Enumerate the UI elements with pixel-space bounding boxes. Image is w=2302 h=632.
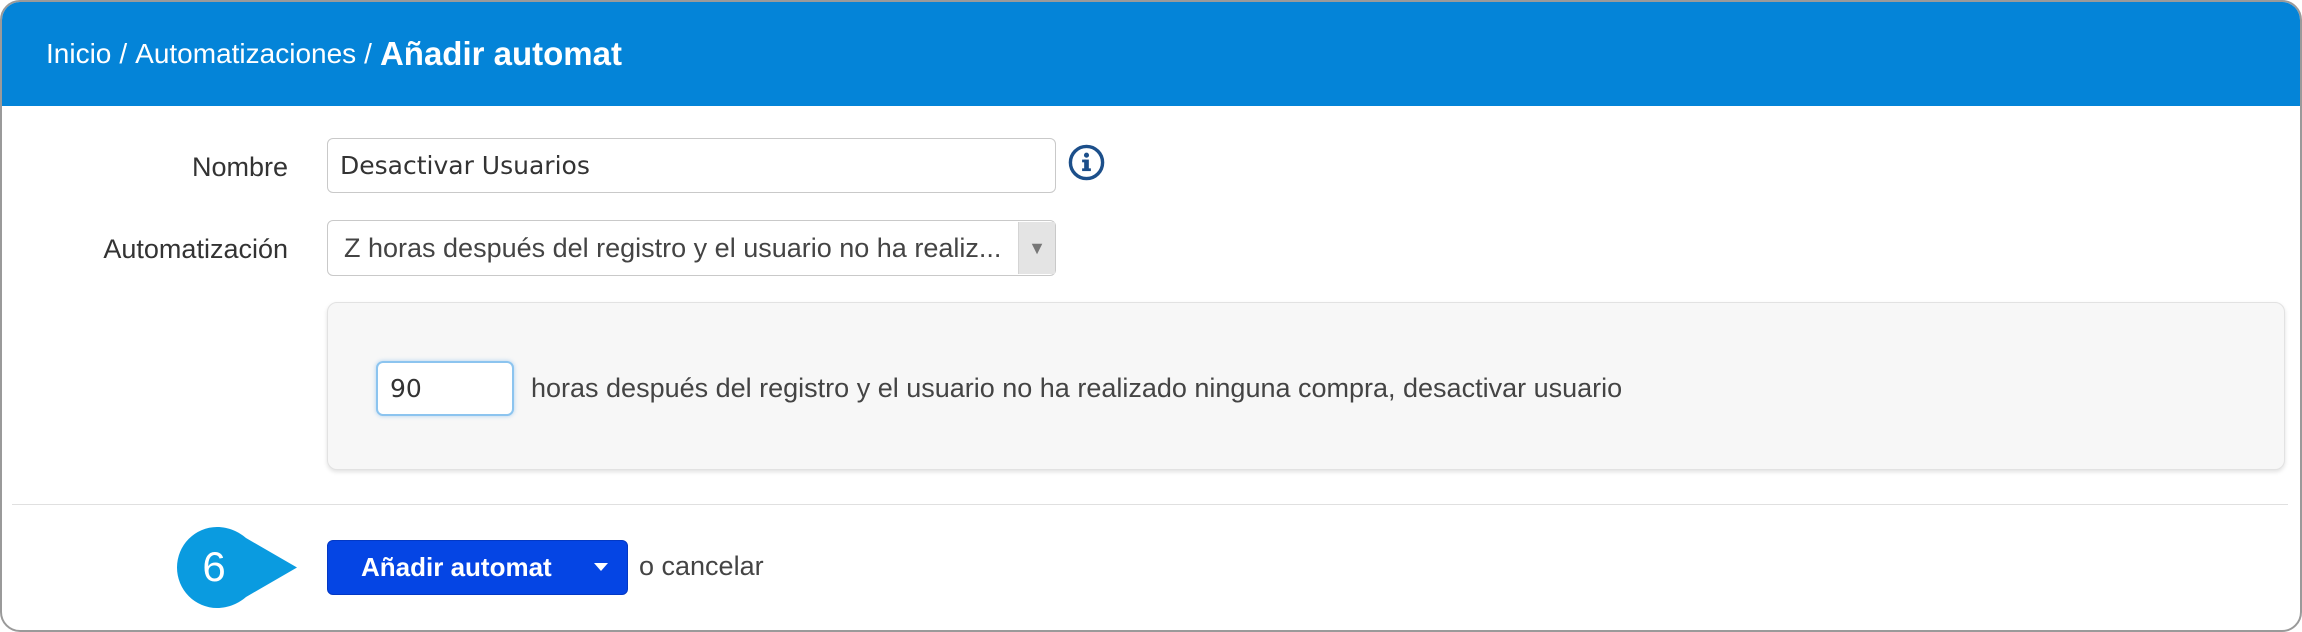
form-divider: [12, 504, 2288, 505]
breadcrumb-separator: /: [119, 38, 128, 69]
hours-input[interactable]: [376, 361, 514, 416]
add-automation-button-label: Añadir automat: [361, 552, 552, 582]
name-label: Nombre: [191, 152, 288, 182]
automation-select[interactable]: Z horas después del registro y el usuari…: [327, 220, 1056, 276]
automation-select-value: Z horas después del registro y el usuari…: [344, 232, 1002, 263]
page-header: Inicio / Automatizaciones / Añadir autom…: [2, 2, 2300, 106]
automation-config-panel: horas después del registro y el usuario …: [327, 302, 2285, 470]
triangle-down-icon[interactable]: ▼: [1018, 222, 1055, 274]
breadcrumb-home[interactable]: Inicio: [46, 38, 111, 70]
step-badge: 6: [177, 527, 297, 608]
hours-description: horas después del registro y el usuario …: [531, 373, 1623, 403]
name-input[interactable]: [327, 138, 1056, 193]
page-title: Añadir automat: [379, 35, 622, 72]
app-window: Inicio / Automatizaciones / Añadir autom…: [0, 0, 2302, 632]
cancel-link[interactable]: o cancelar: [639, 551, 764, 582]
caret-down-icon[interactable]: [586, 563, 616, 572]
breadcrumb-separator: /: [364, 38, 372, 69]
breadcrumb-automations[interactable]: Automatizaciones: [135, 38, 356, 70]
info-icon[interactable]: [1067, 143, 1106, 182]
automation-label: Automatización: [103, 234, 288, 264]
add-automation-button[interactable]: Añadir automat: [327, 540, 628, 595]
step-badge-number: 6: [202, 543, 225, 590]
